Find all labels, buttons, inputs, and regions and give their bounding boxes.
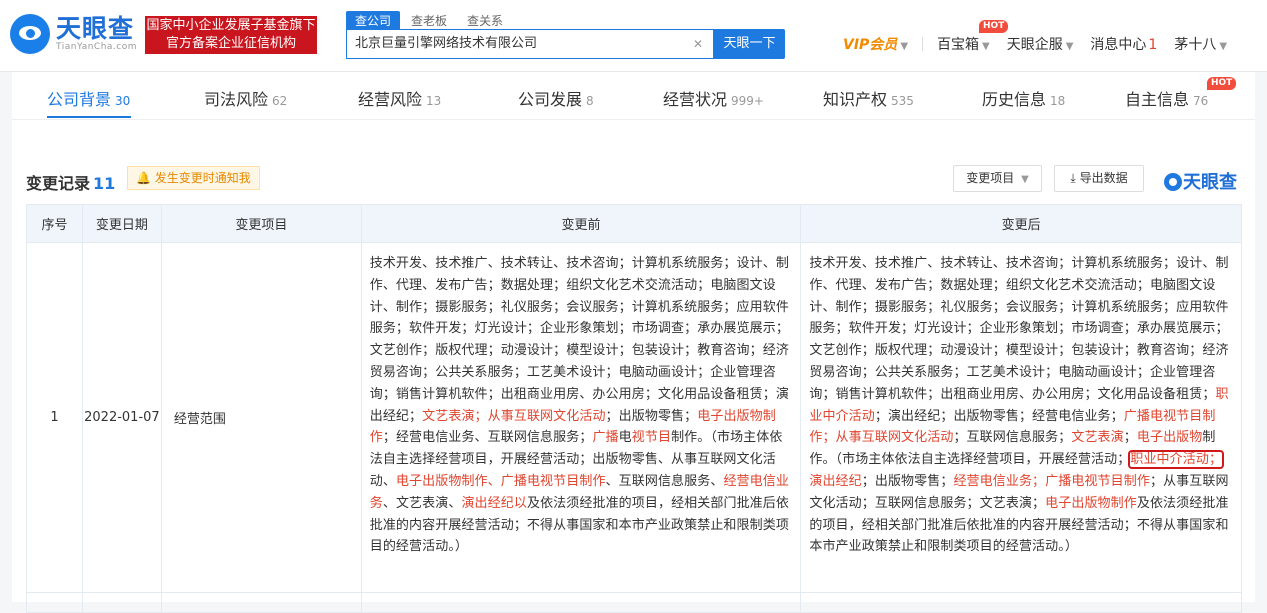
qifu-menu[interactable]: 天眼企服 ▼ (1007, 34, 1074, 54)
bell-icon: 🔔 (136, 171, 151, 185)
change-record-section: 变更记录 11 🔔 发生变更时通知我 变更项目 ▼ ⤓ 导出数据 天眼查 序号 变… (12, 120, 1255, 613)
col-header-before: 变更前 (360, 204, 802, 243)
changed-text: 演出经纪 (809, 473, 862, 489)
message-center[interactable]: 消息中心 1 (1090, 34, 1157, 54)
tab-ip[interactable]: 知识产权 535 (823, 86, 914, 110)
active-tab-underline (47, 116, 131, 118)
tab-self-info[interactable]: 自主信息 76 HOT (1125, 77, 1237, 110)
search-type-tabs: 查公司 查老板 查关系 (346, 11, 514, 30)
vip-menu[interactable]: VIP会员 ▼ (843, 34, 908, 54)
chevron-down-icon: ▼ (1021, 174, 1029, 185)
tab-business-status[interactable]: 经营状况 999+ (663, 86, 764, 110)
tab-judicial-risk[interactable]: 司法风险 62 (204, 86, 287, 110)
changed-text: 电子出版物 (1136, 430, 1203, 446)
site-logo[interactable]: 天眼查 TianYanCha.com (10, 14, 137, 54)
top-nav: VIP会员 ▼ 百宝箱 ▼ HOT 天眼企服 ▼ 消息中心 1 茅十八 ▼ (843, 20, 1244, 54)
search-tab-relation[interactable]: 查关系 (458, 11, 512, 30)
changed-text: 经营电信业务；广播电视节目制作 (953, 473, 1150, 489)
chevron-down-icon: ▼ (982, 41, 990, 52)
company-tabs: 公司背景 30 司法风险 62 经营风险 13 公司发展 8 经营状况 999+ 知识产权… (12, 72, 1255, 120)
official-badge[interactable]: 国家中小企业发展子基金旗下 官方备案企业征信机构 (145, 16, 317, 54)
tab-history[interactable]: 历史信息 18 (982, 86, 1065, 110)
table-header-row: 序号 变更日期 变更项目 变更前 变更后 (26, 204, 1242, 243)
text-segment: ；出版物零售； (861, 473, 954, 489)
search-tab-boss[interactable]: 查老板 (402, 11, 456, 30)
highlighted-change-box: 职业中介活动； (1128, 450, 1225, 470)
top-header: 天眼查 TianYanCha.com 国家中小企业发展子基金旗下 官方备案企业征… (0, 0, 1267, 72)
tab-company-background[interactable]: 公司背景 30 (47, 86, 130, 110)
text-segment: 、互联网信息服务、 (605, 473, 724, 489)
text-segment: ；经营电信业务、互联网信息服务； (382, 430, 593, 446)
download-icon: ⤓ (1070, 171, 1076, 185)
text-segment: 技术开发、技术推广、技术转让、技术咨询；计算机系统服务；设计、制作、代理、发布广… (369, 256, 789, 424)
search-button[interactable]: 天眼一下 (714, 29, 785, 59)
table-row-next (26, 592, 1242, 613)
tab-operation-risk[interactable]: 经营风险 13 (358, 86, 441, 110)
row-date: 2022-01-07 (81, 242, 162, 593)
text-segment: 技术开发、技术推广、技术转让、技术咨询；计算机系统服务；设计、制作、代理、发布广… (809, 256, 1229, 402)
search-tab-company[interactable]: 查公司 (346, 11, 401, 30)
changed-text: 电子出版物制作 (1045, 495, 1137, 511)
text-segment: 电 (618, 430, 632, 446)
section-title: 变更记录 11 (26, 174, 116, 193)
logo-name: 天眼查 (56, 14, 135, 43)
hot-badge: HOT (979, 20, 1009, 33)
export-button[interactable]: ⤓ 导出数据 (1054, 165, 1144, 192)
row-index: 1 (26, 242, 83, 593)
table-row: 1 2022-01-07 经营范围 技术开发、技术推广、技术转让、技术咨询；计算… (26, 242, 1242, 593)
change-record-table: 序号 变更日期 变更项目 变更前 变更后 1 2022-01-07 经营范围 技… (26, 204, 1242, 613)
changed-text: 广播 (592, 430, 619, 446)
clear-icon[interactable]: ✕ (693, 30, 703, 58)
changed-text: 电子出版物制作、广播电视节目制作 (395, 473, 606, 489)
row-item: 经营范围 (160, 242, 362, 593)
chevron-down-icon: ▼ (1065, 41, 1074, 52)
text-segment: ；演出经纪；出版物零售；经营电信业务； (874, 408, 1124, 424)
chevron-down-icon: ▼ (900, 41, 909, 52)
text-segment: ； (1123, 430, 1137, 446)
col-header-date: 变更日期 (81, 204, 162, 243)
text-segment: ；互联网信息服务； (953, 430, 1072, 446)
col-header-after: 变更后 (800, 204, 1242, 243)
eye-logo-icon (10, 14, 50, 54)
text-segment: 、文艺表演、 (382, 495, 462, 511)
baobox-menu[interactable]: 百宝箱 ▼ HOT (937, 20, 1009, 54)
changed-text: 演出经纪以 (461, 495, 527, 511)
notify-button[interactable]: 🔔 发生变更时通知我 (127, 166, 260, 190)
chevron-down-icon: ▼ (1219, 41, 1228, 52)
row-before-content: 技术开发、技术推广、技术转让、技术咨询；计算机系统服务；设计、制作、代理、发布广… (360, 242, 802, 593)
col-header-index: 序号 (26, 204, 83, 243)
message-count: 1 (1148, 37, 1158, 53)
row-after-content: 技术开发、技术推广、技术转让、技术咨询；计算机系统服务；设计、制作、代理、发布广… (800, 242, 1242, 593)
changed-text: 视节目 (631, 430, 672, 446)
changed-text: 文艺表演 (1071, 430, 1124, 446)
tab-company-development[interactable]: 公司发展 8 (518, 86, 594, 110)
user-menu[interactable]: 茅十八 ▼ (1174, 34, 1227, 54)
brand-watermark: 天眼查 (1164, 168, 1237, 194)
logo-domain: TianYanCha.com (56, 42, 138, 52)
changed-text: 文艺表演；从事互联网文化活动 (422, 408, 606, 424)
eye-logo-icon (1164, 173, 1182, 191)
search-input[interactable]: 北京巨量引擎网络技术有限公司 ✕ (346, 29, 714, 59)
col-header-item: 变更项目 (160, 204, 362, 243)
hot-badge: HOT (1207, 77, 1237, 90)
text-segment: ；出版物零售； (605, 408, 698, 424)
change-item-filter[interactable]: 变更项目 ▼ (953, 165, 1042, 192)
